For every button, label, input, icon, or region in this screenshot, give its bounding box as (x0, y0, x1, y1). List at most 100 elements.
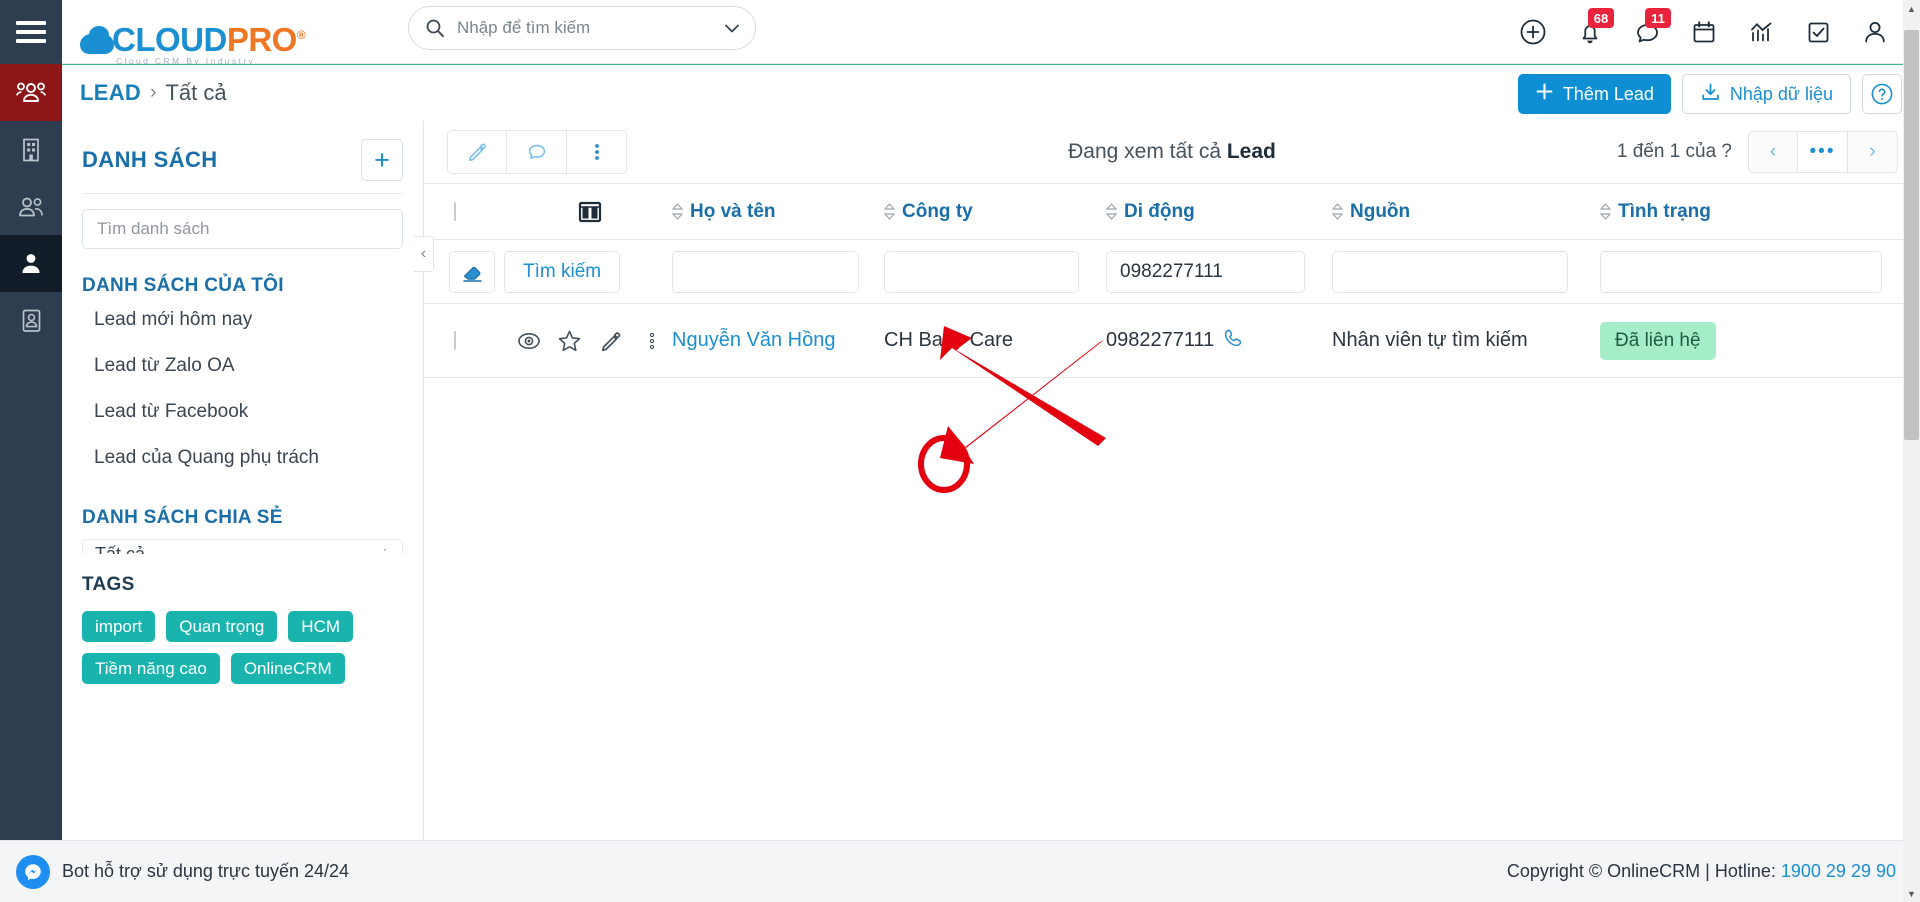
tag-chip-onlinecrm[interactable]: OnlineCRM (230, 653, 345, 684)
row-more-icon[interactable] (631, 330, 672, 352)
tag-chip-hcm[interactable]: HCM (288, 611, 354, 642)
rail-contacts-icon[interactable] (0, 178, 62, 235)
add-lead-button[interactable]: Thêm Lead (1517, 74, 1671, 114)
tag-chip-tiem-nang-cao[interactable]: Tiềm năng cao (82, 653, 220, 684)
sort-icon[interactable] (672, 203, 683, 220)
bulk-action-group (447, 130, 627, 174)
header-name[interactable]: Họ và tên (672, 183, 884, 240)
add-list-button[interactable]: + (361, 139, 403, 181)
support-bot-entry[interactable]: Bot hỗ trợ sử dụng trực tuyến 24/24 (16, 854, 349, 889)
select-all-header (424, 183, 508, 240)
select-all-checkbox[interactable] (454, 201, 456, 221)
rail-company-icon[interactable] (0, 121, 62, 178)
lead-name-link[interactable]: Nguyễn Văn Hồng (672, 329, 835, 351)
header-source[interactable]: Nguồn (1332, 183, 1600, 240)
shared-list-item-more-icon[interactable]: ⋮ (378, 546, 392, 554)
rail-group-icon[interactable] (0, 64, 62, 121)
list-search-input[interactable] (97, 219, 388, 239)
table-row[interactable]: Nguyễn Văn Hồng CH Baby Care 0982277111 (424, 303, 1920, 378)
bulk-edit-button[interactable] (447, 130, 507, 174)
scroll-down-arrow-icon[interactable]: ▼ (1903, 885, 1920, 902)
menu-toggle[interactable] (0, 0, 62, 64)
tags-title: TAGS (82, 574, 135, 595)
pagination-prev-button[interactable]: ‹ (1748, 131, 1798, 173)
crm-lead-list-page: CLOUDPRO® Cloud CRM By Industry 68 (0, 0, 1920, 902)
pagination-next-button[interactable]: › (1848, 131, 1898, 173)
tag-chip-import[interactable]: import (82, 611, 156, 642)
filter-input-status[interactable] (1600, 250, 1882, 293)
import-data-button[interactable]: Nhập dữ liệu (1681, 74, 1851, 114)
hotline-link[interactable]: 1900 29 29 90 (1781, 861, 1896, 881)
filter-input-mobile[interactable] (1106, 250, 1305, 293)
cell-mobile: 0982277111 (1106, 303, 1332, 378)
rail-profile-icon[interactable] (0, 292, 62, 349)
add-circle-icon[interactable] (1518, 17, 1548, 47)
rail-lead-icon[interactable] (0, 235, 62, 292)
header-company[interactable]: Công ty (884, 183, 1106, 240)
global-search-box[interactable] (408, 6, 756, 50)
bulk-comment-button[interactable] (507, 130, 567, 174)
shared-list-item-clipped[interactable]: Tất cả ⋮ (82, 539, 403, 554)
sidebar-item-lead-quang[interactable]: Lead của Quang phụ trách (82, 435, 403, 481)
header-name-label: Họ và tên (690, 200, 776, 222)
task-check-icon[interactable] (1803, 17, 1833, 47)
chevron-down-icon[interactable] (721, 17, 743, 39)
edit-pencil-icon[interactable] (590, 329, 631, 353)
search-filter-button[interactable]: Tìm kiếm (504, 250, 621, 293)
sort-icon[interactable] (1332, 203, 1343, 220)
annotation-highlight-circle (918, 435, 970, 493)
vscroll-thumb[interactable] (1904, 30, 1919, 440)
user-account-icon[interactable] (1860, 17, 1890, 47)
global-search-input[interactable] (445, 18, 721, 38)
sort-icon[interactable] (884, 203, 895, 220)
sidebar-collapse-handle[interactable]: ‹ (414, 236, 434, 272)
lists-sidebar: DANH SÁCH + DANH SÁCH CỦA TÔI Lead mới h… (62, 121, 424, 840)
lead-mobile-text: 0982277111 (1106, 329, 1215, 351)
logo-pro-text: PRO (226, 20, 298, 58)
scroll-up-arrow-icon[interactable]: ▲ (1903, 0, 1920, 17)
filter-cell-mobile (1106, 239, 1332, 304)
analytics-icon[interactable] (1746, 17, 1776, 47)
header-mobile-label: Di động (1124, 200, 1195, 222)
sidebar-item-lead-zalo[interactable]: Lead từ Zalo OA (82, 343, 403, 389)
app-logo[interactable]: CLOUDPRO® Cloud CRM By Industry (80, 0, 306, 65)
vertical-scrollbar[interactable]: ▲ ▼ (1903, 0, 1920, 902)
chat-icon[interactable]: 11 (1632, 8, 1671, 47)
plus-icon (1535, 82, 1554, 106)
tag-chip-quan-trong[interactable]: Quan trọng (166, 611, 278, 642)
row-select-cell (424, 303, 508, 378)
sort-icon[interactable] (1600, 203, 1611, 220)
calendar-icon[interactable] (1689, 17, 1719, 47)
icon-rail (0, 64, 62, 840)
footer-copyright: Copyright © OnlineCRM | Hotline: 1900 29… (1507, 861, 1896, 882)
pagination: 1 đến 1 của ? ‹ ••• › (1617, 131, 1898, 173)
phone-call-icon[interactable] (1223, 327, 1244, 354)
filter-input-source[interactable] (1332, 250, 1568, 293)
filter-input-name[interactable] (672, 250, 859, 293)
eraser-icon[interactable] (449, 250, 495, 293)
my-lists-title: DANH SÁCH CỦA TÔI (82, 275, 284, 296)
hamburger-icon[interactable] (16, 20, 46, 43)
header-status[interactable]: Tình trạng (1600, 183, 1920, 240)
view-title-prefix: Đang xem tất cả (1068, 140, 1227, 163)
messenger-icon[interactable] (16, 854, 50, 889)
sidebar-item-lead-facebook[interactable]: Lead từ Facebook (82, 389, 403, 435)
columns-layout-icon[interactable] (508, 200, 672, 224)
breadcrumb-separator: › (150, 82, 157, 103)
list-search-box[interactable] (82, 209, 403, 249)
row-checkbox[interactable] (454, 330, 456, 350)
sidebar-item-lead-today[interactable]: Lead mới hôm nay (82, 297, 403, 343)
breadcrumb-root[interactable]: LEAD (80, 80, 141, 106)
cell-company: CH Baby Care (884, 303, 1106, 378)
bell-badge: 68 (1588, 8, 1614, 28)
filter-input-company[interactable] (884, 250, 1080, 293)
star-icon[interactable] (549, 329, 590, 353)
bell-icon[interactable]: 68 (1575, 8, 1614, 47)
bulk-more-button[interactable] (567, 130, 627, 174)
view-eye-icon[interactable] (508, 331, 549, 351)
help-button[interactable] (1862, 74, 1902, 114)
logo-registered-mark: ® (296, 27, 306, 42)
pagination-more-button[interactable]: ••• (1798, 131, 1848, 173)
header-mobile[interactable]: Di động (1106, 183, 1332, 240)
sort-icon[interactable] (1106, 203, 1117, 220)
